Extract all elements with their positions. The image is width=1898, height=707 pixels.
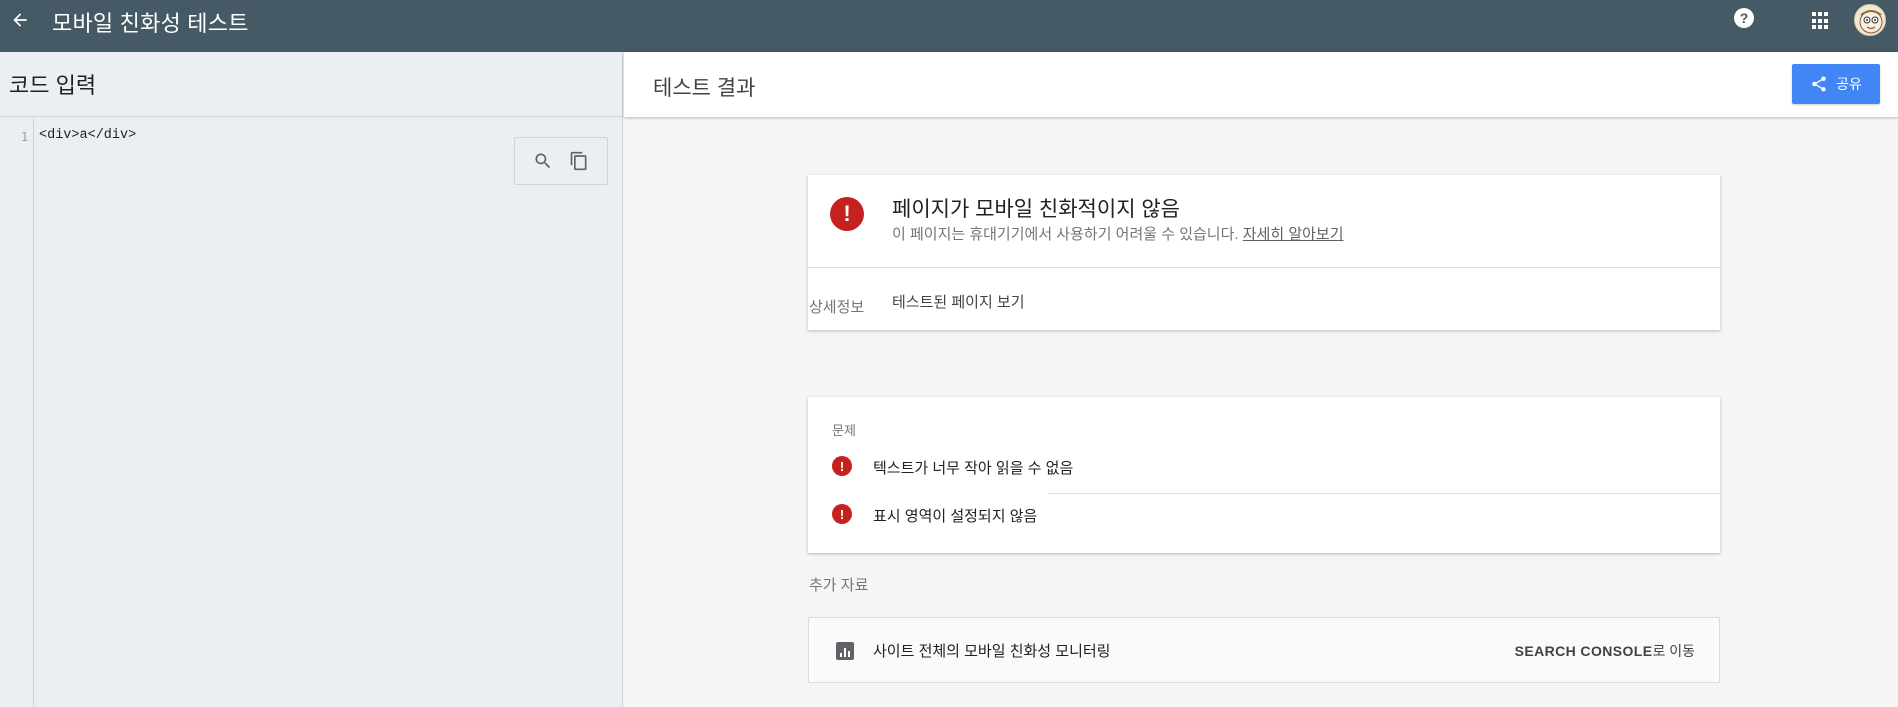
editor-toolbar bbox=[514, 137, 608, 185]
help-icon[interactable]: ? bbox=[1734, 8, 1754, 28]
results-header: 테스트 결과 공유 bbox=[624, 52, 1898, 117]
results-panel: 테스트 결과 공유 ! 페이지가 모바일 친화적이지 않음 이 페이지는 휴대기… bbox=[624, 52, 1898, 707]
share-icon bbox=[1812, 76, 1826, 92]
resource-label: 사이트 전체의 모바일 친화성 모니터링 bbox=[873, 643, 1111, 660]
avatar[interactable] bbox=[1854, 4, 1886, 36]
details-heading: 상세정보 bbox=[809, 299, 865, 316]
results-heading: 테스트 결과 bbox=[653, 77, 756, 100]
search-icon[interactable] bbox=[531, 149, 555, 173]
line-number-gutter bbox=[0, 117, 34, 707]
issues-label: 문제 bbox=[832, 423, 856, 438]
apps-grid-icon[interactable] bbox=[1812, 12, 1830, 30]
resource-card[interactable]: 사이트 전체의 모바일 친화성 모니터링 SEARCH CONSOLE로 이동 bbox=[808, 617, 1720, 683]
copy-icon[interactable] bbox=[567, 149, 591, 173]
bar-chart-icon bbox=[836, 642, 854, 660]
code-editor[interactable]: <div>a</div> bbox=[39, 128, 136, 143]
view-tested-page-link[interactable]: 테스트된 페이지 보기 bbox=[892, 291, 1025, 312]
search-console-link[interactable]: SEARCH CONSOLE로 이동 bbox=[1515, 641, 1695, 661]
status-card: ! 페이지가 모바일 친화적이지 않음 이 페이지는 휴대기기에서 사용하기 어… bbox=[808, 175, 1720, 330]
resources-heading: 추가 자료 bbox=[809, 577, 869, 594]
share-button[interactable]: 공유 bbox=[1792, 64, 1880, 104]
status-headline: 페이지가 모바일 친화적이지 않음 bbox=[892, 198, 1180, 221]
line-number: 1 bbox=[21, 130, 29, 144]
divider bbox=[808, 267, 1720, 268]
error-icon: ! bbox=[832, 456, 852, 476]
learn-more-link[interactable]: 자세히 알아보기 bbox=[1243, 226, 1344, 243]
issue-text: 표시 영역이 설정되지 않음 bbox=[873, 508, 1038, 525]
app-title: 모바일 친화성 테스트 bbox=[52, 11, 249, 36]
issue-text: 텍스트가 너무 작아 읽을 수 없음 bbox=[873, 460, 1074, 477]
top-app-bar: 모바일 친화성 테스트 ? bbox=[0, 0, 1898, 52]
issue-item[interactable]: ! 텍스트가 너무 작아 읽을 수 없음 bbox=[832, 444, 1720, 488]
back-arrow-icon[interactable] bbox=[8, 8, 32, 32]
code-input-heading: 코드 입력 bbox=[0, 52, 622, 117]
status-description: 이 페이지는 휴대기기에서 사용하기 어려울 수 있습니다. 자세히 알아보기 bbox=[892, 226, 1344, 243]
issue-item[interactable]: ! 표시 영역이 설정되지 않음 bbox=[832, 492, 1720, 536]
error-icon: ! bbox=[830, 197, 864, 231]
share-label: 공유 bbox=[1836, 76, 1862, 92]
code-input-panel: 코드 입력 1 <div>a</div> bbox=[0, 52, 623, 707]
issues-card: 문제 ! 텍스트가 너무 작아 읽을 수 없음 ! 표시 영역이 설정되지 않음 bbox=[808, 397, 1720, 553]
error-icon: ! bbox=[832, 504, 852, 524]
